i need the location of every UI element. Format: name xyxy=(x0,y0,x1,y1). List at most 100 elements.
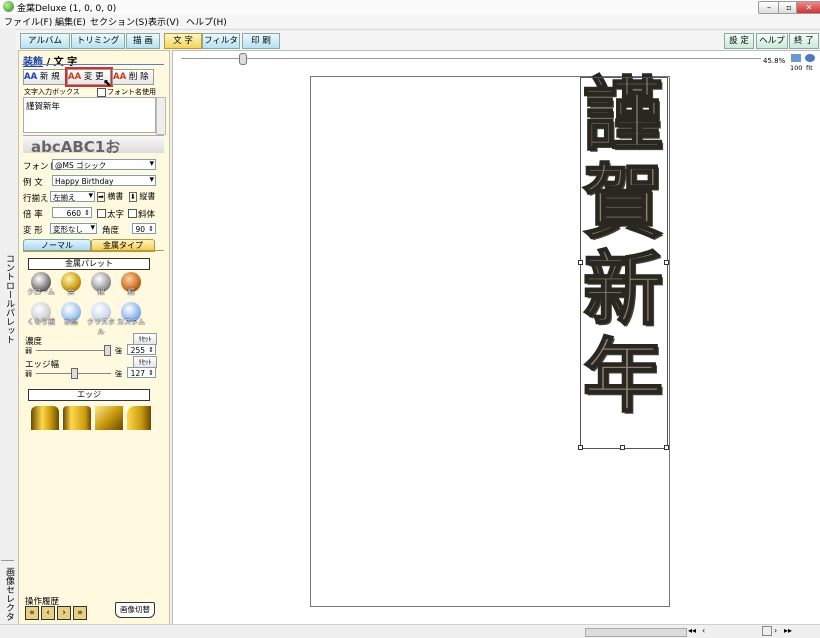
density-spinner[interactable]: 255 xyxy=(127,344,156,356)
zoom-100-icon[interactable] xyxy=(791,54,801,62)
menu-help[interactable]: ヘルプ(H) xyxy=(186,15,227,28)
zoom-fit-label: fit xyxy=(806,64,813,72)
swatch-gold-label: 金 xyxy=(67,288,75,296)
edge-title: エッジ xyxy=(28,389,150,401)
align-select[interactable]: 左揃え xyxy=(50,191,95,202)
zoom-slider-thumb[interactable] xyxy=(239,53,247,65)
edge-style-1[interactable] xyxy=(31,406,59,430)
scroll-prev-icon[interactable]: ‹ xyxy=(702,626,705,635)
example-label: 例 文 xyxy=(23,178,43,188)
exit-button[interactable]: 終 了 xyxy=(789,33,819,49)
palette-header: 装飾 / 文 字 xyxy=(23,53,77,68)
selection-handle-bottom-left[interactable] xyxy=(578,445,583,450)
history-last-button[interactable]: » xyxy=(73,606,87,620)
delete-icon: AA xyxy=(113,72,127,82)
edge-style-2[interactable] xyxy=(63,406,91,430)
tab-text[interactable]: 文 字 xyxy=(164,33,202,49)
swatch-matte-silver-label: くもり銀 xyxy=(27,318,55,326)
tab-draw[interactable]: 描 画 xyxy=(126,33,160,49)
horizontal-writing-button[interactable]: ➡ 横書 xyxy=(97,191,129,202)
history-first-button[interactable]: « xyxy=(25,606,39,620)
edge-style-3[interactable] xyxy=(95,406,123,430)
zoom-slider-track[interactable] xyxy=(181,58,761,59)
density-slider-thumb[interactable] xyxy=(104,345,111,356)
selection-handle-bottom-right[interactable] xyxy=(664,445,669,450)
swatch-crystal-label: クリスタル xyxy=(87,318,115,336)
left-strip: コントロールパレット 画像セレクタ xyxy=(0,49,16,637)
arrow-down-icon: ⬇ xyxy=(129,192,137,202)
arrow-right-icon: ➡ xyxy=(97,192,105,202)
angle-spinner[interactable]: 90 xyxy=(132,223,156,235)
status-bar: ◂◂ ‹ › ▸▸ xyxy=(0,624,820,638)
new-icon: AA xyxy=(24,72,38,82)
minimize-button[interactable]: – xyxy=(758,1,780,14)
scroll-thumb[interactable] xyxy=(762,626,772,636)
title-bar: 金葉Deluxe (1, 0, 0, 0) – ▫ ✕ xyxy=(0,0,820,15)
edge-style-4[interactable] xyxy=(127,406,151,430)
text-input-label: 文字入力ボックス xyxy=(24,88,80,96)
tab-filter[interactable]: フィルタ xyxy=(202,33,240,49)
edge-width-spinner[interactable]: 127 xyxy=(127,367,156,379)
change-label: 変 更 xyxy=(83,72,104,82)
italic-label: 斜体 xyxy=(138,210,156,220)
edge-slider-thumb[interactable] xyxy=(71,368,78,379)
input-scrollbar[interactable] xyxy=(156,97,166,135)
menu-bar: ファイル(F) 編集(E) セクション(S) 表示(V) ヘルプ(H) xyxy=(0,14,820,28)
new-text-button[interactable]: AA 新 規 xyxy=(23,69,67,85)
selection-box[interactable] xyxy=(580,77,668,449)
status-scroll-track[interactable] xyxy=(585,628,687,637)
selection-handle-left[interactable] xyxy=(578,260,583,265)
image-switch-button[interactable]: 画像切替 xyxy=(115,602,155,618)
delete-text-button[interactable]: AA 削 除 xyxy=(112,69,154,85)
font-name-checkbox[interactable] xyxy=(97,88,106,97)
scroll-first-icon[interactable]: ◂◂ xyxy=(688,626,696,635)
scroll-last-icon[interactable]: ▸▸ xyxy=(784,626,792,635)
zoom-fit-icon[interactable] xyxy=(805,54,815,62)
window-title: 金葉Deluxe (1, 0, 0, 0) xyxy=(17,4,117,14)
vertical-writing-button[interactable]: ⬇ 縦書 xyxy=(129,191,161,202)
help-button[interactable]: ヘルプ xyxy=(756,33,788,49)
ratio-spinner[interactable]: 660 xyxy=(52,207,92,219)
font-select[interactable]: @MS ゴシック xyxy=(52,159,156,170)
menu-section[interactable]: セクション(S) xyxy=(90,15,148,28)
italic-checkbox[interactable] xyxy=(128,209,137,218)
control-palette-label[interactable]: コントロールパレット xyxy=(3,254,16,344)
edge-weak-label: 弱 xyxy=(25,370,32,378)
app-icon xyxy=(3,1,14,12)
selection-handle-bottom[interactable] xyxy=(620,445,625,450)
selection-handle-right[interactable] xyxy=(664,260,669,265)
swatch-chrome-label: クローム xyxy=(27,288,55,296)
history-prev-button[interactable]: ‹ xyxy=(41,606,55,620)
close-button[interactable]: ✕ xyxy=(796,1,820,14)
tab-trimming[interactable]: トリミング xyxy=(71,33,125,49)
text-input-box[interactable]: 謹賀新年 xyxy=(23,97,156,133)
example-select[interactable]: Happy Birthday xyxy=(52,175,156,186)
tab-album[interactable]: アルバム xyxy=(20,33,70,49)
decoration-link[interactable]: 装飾 xyxy=(23,57,43,68)
header-separator: / xyxy=(46,57,51,68)
menu-edit[interactable]: 編集(E) xyxy=(55,15,86,28)
zoom-percent: 45.8% xyxy=(763,57,786,65)
density-strong-label: 強 xyxy=(115,347,122,355)
angle-label: 角度 xyxy=(102,226,120,236)
menu-view[interactable]: 表示(V) xyxy=(148,15,179,28)
density-weak-label: 弱 xyxy=(25,347,32,355)
history-next-button[interactable]: › xyxy=(57,606,71,620)
header-underline xyxy=(22,64,164,65)
swatch-silver-label: 銀 xyxy=(97,288,105,296)
density-slider-track[interactable] xyxy=(36,350,111,351)
change-icon: AA xyxy=(68,72,82,82)
subtab-line xyxy=(23,250,164,251)
swatch-custom-label: カスタム xyxy=(117,318,145,326)
menu-file[interactable]: ファイル(F) xyxy=(4,15,52,28)
bold-checkbox[interactable] xyxy=(97,209,106,218)
image-selector-label[interactable]: 画像セレクタ xyxy=(3,567,16,621)
settings-button[interactable]: 設 定 xyxy=(724,33,754,49)
strip-divider xyxy=(1,560,14,561)
tab-print[interactable]: 印 刷 xyxy=(242,33,280,49)
deform-select[interactable]: 変形なし xyxy=(50,223,97,234)
font-preview: abcABC1お xyxy=(23,135,164,153)
scroll-next-icon[interactable]: › xyxy=(774,626,777,635)
vertical-label: 縦書 xyxy=(139,192,156,201)
swatch-crystal-water-label: 水晶 xyxy=(64,318,78,326)
